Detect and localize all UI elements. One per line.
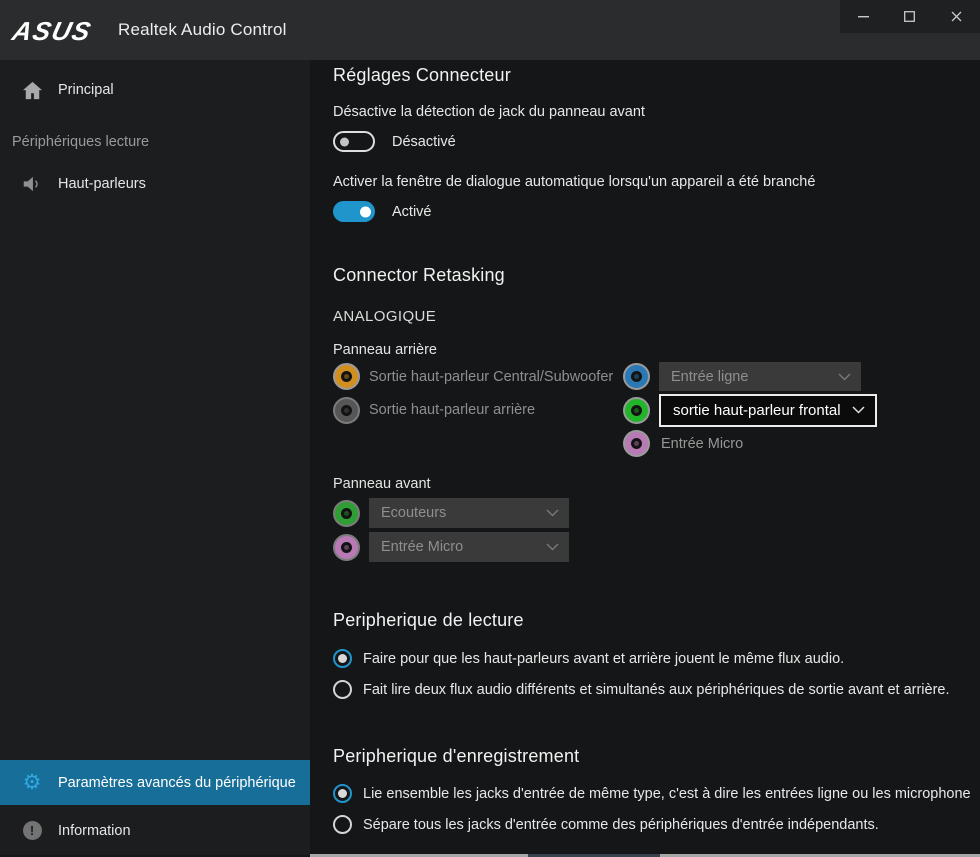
jack-pink-mic-in (623, 430, 650, 457)
sidebar-section-playback-devices: Périphériques lecture (12, 134, 149, 150)
jack-hole (341, 542, 352, 553)
sidebar: Principal Périphériques lecture Haut-par… (0, 60, 310, 855)
maximize-icon (904, 11, 915, 22)
jack-hole (341, 405, 352, 416)
front-mic-dropdown[interactable]: Entrée Micro (369, 532, 569, 562)
close-icon (951, 11, 962, 22)
playback-option-same-stream[interactable]: Faire pour que les haut-parleurs avant e… (333, 643, 980, 674)
front-panel-grid: Ecouteurs Entrée Micro (333, 496, 569, 564)
jack-green-headphones (333, 500, 360, 527)
jack-pink-front-mic (333, 534, 360, 561)
section-title-connector-retasking: Connector Retasking (333, 265, 505, 286)
analog-label: ANALOGIQUE (333, 308, 436, 325)
jack-hole (341, 371, 352, 382)
jack-hole (341, 508, 352, 519)
recording-option-separate-jacks[interactable]: Sépare tous les jacks d'entrée comme des… (333, 809, 980, 840)
window-controls (840, 0, 980, 33)
dropdown-value: Ecouteurs (381, 505, 446, 521)
rear-panel-grid: Sortie haut-parleur Central/Subwoofer En… (333, 360, 877, 461)
dropdown-value: Entrée ligne (671, 369, 748, 385)
recording-option-tie-jacks[interactable]: Lie ensemble les jacks d'entrée de même … (333, 778, 980, 809)
jack-hole (631, 371, 642, 382)
jack-orange-center-subwoofer (333, 363, 360, 390)
chevron-down-icon (838, 373, 851, 381)
jack-green-front-speaker-out (623, 397, 650, 424)
section-title-recording-device: Peripherique d'enregistrement (333, 746, 579, 767)
radio-unselected-icon[interactable] (333, 680, 352, 699)
dropdown-value: Entrée Micro (381, 539, 463, 555)
toggle-state-label: Activé (392, 204, 432, 220)
maximize-button[interactable] (887, 0, 934, 33)
toggle-knob (340, 137, 349, 146)
chevron-down-icon (546, 543, 559, 551)
line-in-dropdown[interactable]: Entrée ligne (659, 362, 861, 391)
gear-icon: ⚙ (20, 772, 44, 793)
rear-panel-label: Panneau arrière (333, 342, 437, 358)
chevron-down-icon (852, 406, 865, 414)
front-panel-label: Panneau avant (333, 476, 431, 492)
close-button[interactable] (933, 0, 980, 33)
front-jack-detection-toggle[interactable] (333, 131, 375, 152)
minimize-icon (858, 16, 869, 18)
section-title-connector-settings: Réglages Connecteur (333, 65, 511, 86)
sidebar-item-principal[interactable]: Principal (0, 68, 310, 112)
dropdown-value: sortie haut-parleur frontal (673, 402, 841, 419)
front-speaker-out-dropdown[interactable]: sortie haut-parleur frontal (659, 394, 877, 427)
info-icon: ! (20, 821, 44, 840)
section-title-playback-device: Peripherique de lecture (333, 610, 524, 631)
radio-selected-icon[interactable] (333, 784, 352, 803)
main-content: Réglages Connecteur Désactive la détecti… (310, 60, 980, 854)
headphones-dropdown[interactable]: Ecouteurs (369, 498, 569, 528)
app-title: Realtek Audio Control (118, 20, 287, 40)
front-jack-detection-label: Désactive la détection de jack du pannea… (333, 104, 645, 120)
jack-hole (631, 438, 642, 449)
sidebar-bottom: ⚙ Paramètres avancés du périphérique ! I… (0, 760, 310, 853)
auto-popup-toggle[interactable] (333, 201, 375, 222)
minimize-button[interactable] (840, 0, 887, 33)
jack-blue-line-in (623, 363, 650, 390)
playback-options: Faire pour que les haut-parleurs avant e… (333, 643, 980, 705)
sidebar-item-label: Principal (58, 82, 114, 98)
sidebar-item-label: Information (58, 823, 131, 839)
title-bar: ASUS Realtek Audio Control (0, 0, 980, 60)
speaker-icon (20, 175, 44, 193)
rear-left-label: Sortie haut-parleur arrière (369, 402, 623, 418)
sidebar-item-information[interactable]: ! Information (0, 808, 310, 853)
recording-options: Lie ensemble les jacks d'entrée de même … (333, 778, 980, 840)
sidebar-item-label: Haut-parleurs (58, 176, 146, 192)
app-window: ASUS Realtek Audio Control Principal Pér… (0, 0, 980, 857)
auto-popup-label: Activer la fenêtre de dialogue automatiq… (333, 174, 815, 190)
sidebar-item-label: Paramètres avancés du périphérique (58, 775, 296, 791)
chevron-down-icon (546, 509, 559, 517)
jack-gray-rear-speaker (333, 397, 360, 424)
sidebar-item-advanced-settings[interactable]: ⚙ Paramètres avancés du périphérique (0, 760, 310, 805)
auto-popup-row: Activé (333, 201, 432, 222)
asus-logo: ASUS (9, 16, 95, 47)
front-jack-detection-row: Désactivé (333, 131, 456, 152)
radio-unselected-icon[interactable] (333, 815, 352, 834)
radio-selected-icon[interactable] (333, 649, 352, 668)
mic-in-label: Entrée Micro (659, 436, 877, 452)
jack-hole (631, 405, 642, 416)
playback-option-two-streams[interactable]: Fait lire deux flux audio différents et … (333, 674, 980, 705)
toggle-knob (360, 206, 371, 217)
toggle-state-label: Désactivé (392, 134, 456, 150)
rear-left-label: Sortie haut-parleur Central/Subwoofer (369, 369, 623, 385)
sidebar-item-speakers[interactable]: Haut-parleurs (0, 162, 310, 206)
home-icon (20, 81, 44, 100)
